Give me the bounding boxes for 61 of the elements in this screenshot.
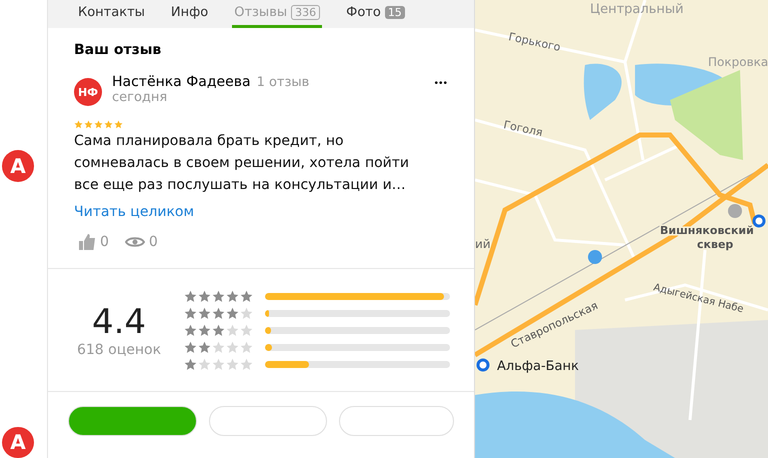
star-icon — [184, 306, 197, 320]
map-label: Покровка — [708, 55, 768, 69]
star-icon — [226, 324, 239, 336]
star-icon — [240, 324, 253, 336]
star-icon — [212, 340, 225, 354]
map-label: ий — [475, 237, 491, 251]
tab[interactable]: Фото 15 — [344, 0, 407, 28]
filter-button[interactable] — [68, 406, 197, 436]
street-label: Гоголя — [502, 118, 544, 140]
star-icon — [184, 340, 197, 354]
filter-button[interactable] — [339, 406, 454, 436]
star-icon — [212, 324, 225, 336]
ratings-count: 618 оценок — [76, 342, 162, 358]
review-date: сегодня — [112, 90, 168, 105]
star-icon — [212, 358, 225, 370]
tab[interactable]: Инфо — [168, 0, 210, 28]
star-icon — [198, 358, 211, 370]
map-label: сквер — [697, 238, 734, 251]
star-icon — [84, 120, 93, 129]
place-label: Альфа-Банк — [497, 359, 579, 374]
street-label: Горького — [507, 30, 562, 54]
rating-score: 4.4 — [92, 302, 146, 342]
eye-icon — [124, 236, 145, 248]
star-icon — [240, 358, 253, 370]
thumbs-up-icon[interactable] — [78, 234, 96, 250]
star-icon — [184, 290, 197, 302]
star-icon — [104, 120, 113, 129]
more-button[interactable]: ••• — [432, 74, 450, 93]
map-label: Центральный — [590, 2, 684, 17]
section-heading: Ваш отзыв — [74, 42, 162, 58]
read-more-link[interactable]: Читать целиком — [74, 204, 194, 220]
count-badge: 336 — [291, 5, 320, 20]
star-icon — [226, 306, 239, 320]
star-icon — [240, 290, 253, 302]
star-icon — [226, 358, 239, 370]
star-icon — [240, 306, 253, 320]
star-icon — [212, 290, 225, 302]
review-text: Сама планировала брать кредит, но сомневалась в своем решении, хотела пойти все еще раз послушать на консультации и… — [74, 132, 410, 195]
star-icon — [184, 358, 197, 370]
star-icon — [198, 324, 211, 336]
logo-badge: А — [2, 150, 34, 182]
count-badge: 15 — [384, 6, 405, 19]
star-icon — [94, 120, 103, 129]
star-icon — [226, 340, 239, 354]
author-name: Настёнка Фадеева — [112, 74, 251, 90]
star-icon — [198, 340, 211, 354]
avatar: НФ — [74, 78, 102, 106]
review-count: 1 отзыв — [256, 75, 310, 90]
star-icon — [198, 306, 211, 320]
star-icon — [74, 120, 83, 129]
star-icon — [226, 290, 239, 302]
tab[interactable]: Контакты — [76, 0, 147, 28]
logo-badge: А — [2, 426, 34, 458]
views-count: 0 — [148, 234, 158, 250]
star-icon — [240, 340, 253, 354]
star-icon — [184, 324, 197, 336]
filter-button[interactable] — [208, 406, 328, 436]
likes-count: 0 — [100, 234, 109, 250]
star-icon — [212, 306, 225, 320]
star-icon — [114, 120, 123, 129]
star-icon — [198, 290, 211, 302]
